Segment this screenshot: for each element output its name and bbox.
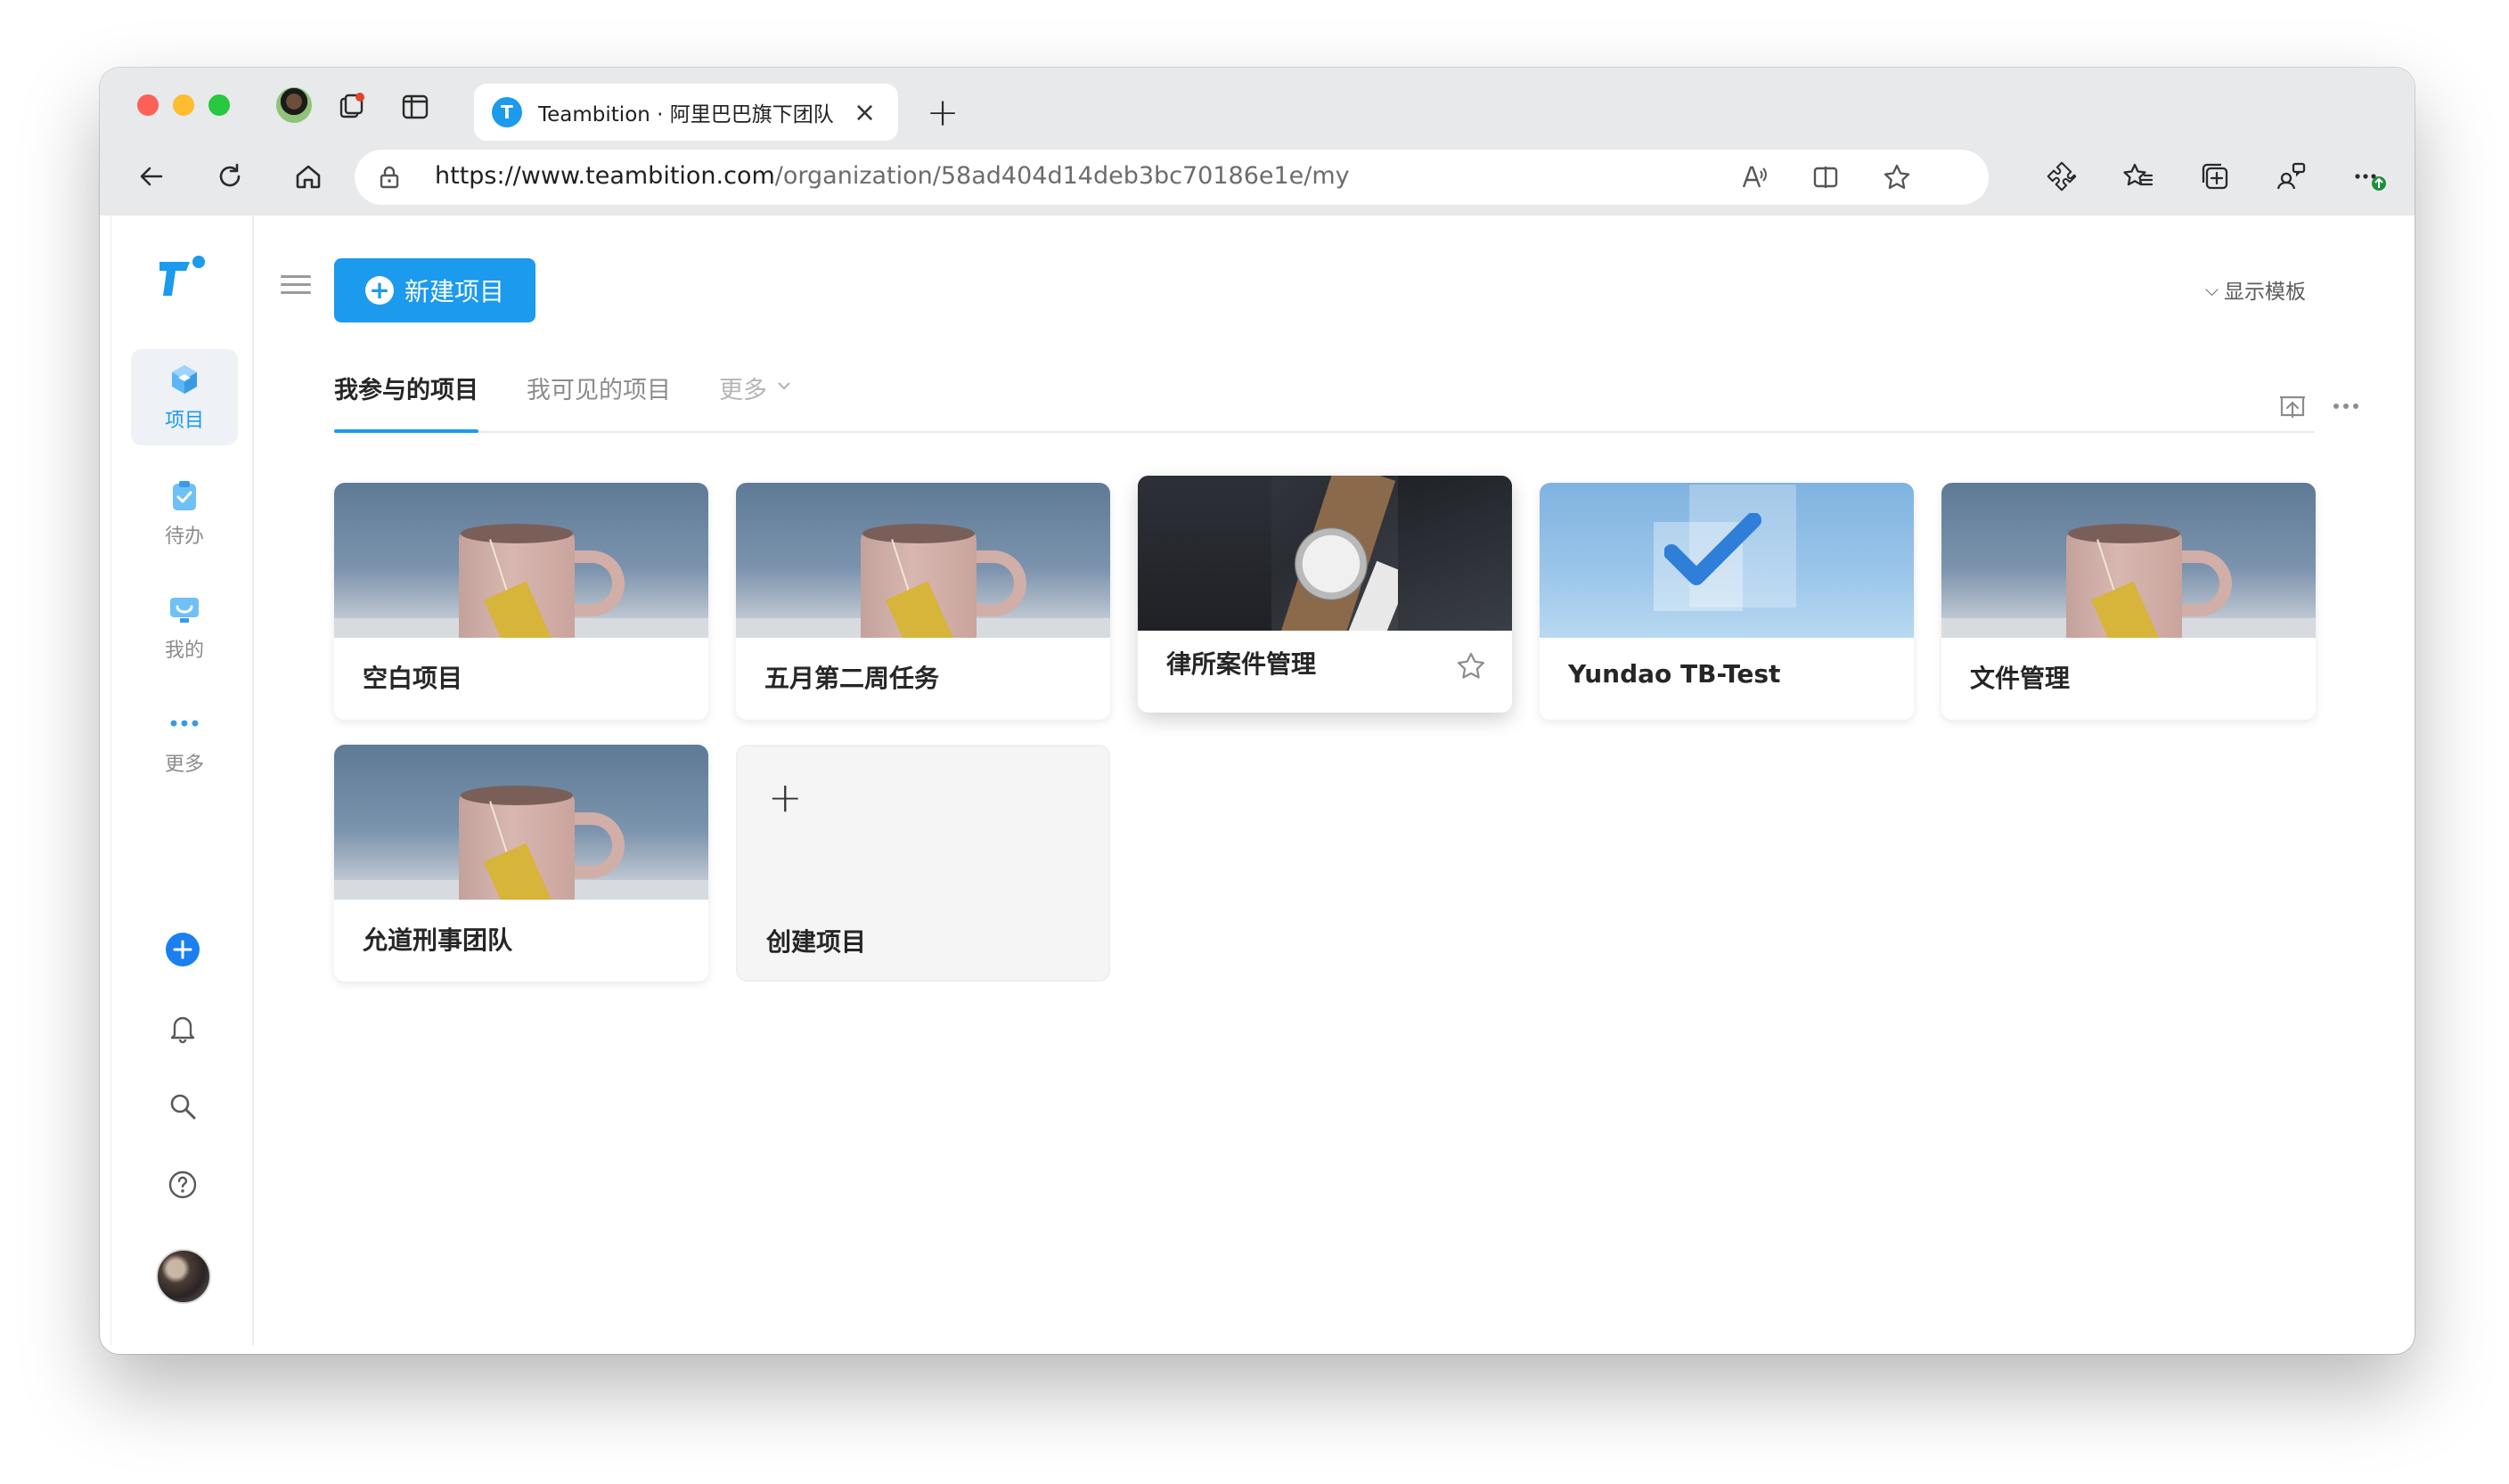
favorites-icon[interactable]: [2117, 155, 2160, 198]
sidebar-item-label: 待办: [164, 526, 204, 548]
sidebar-item-label: 我的: [164, 640, 204, 662]
teambition-logo-icon[interactable]: [156, 251, 209, 305]
star-icon[interactable]: [1455, 650, 1487, 682]
bell-icon[interactable]: [158, 1003, 208, 1053]
split-screen-icon[interactable]: [1809, 160, 1843, 194]
project-card[interactable]: 五月第二周任务: [736, 483, 1110, 720]
browser-profile-avatar[interactable]: [276, 87, 312, 123]
project-title: 五月第二周任务: [764, 664, 940, 693]
lock-icon[interactable]: [374, 162, 405, 192]
tab-label: 我参与的项目: [334, 377, 478, 404]
collections-icon[interactable]: [2194, 155, 2236, 198]
project-title: 文件管理: [1970, 664, 2071, 693]
project-cover-image: [334, 483, 708, 638]
plus-icon: +: [768, 773, 803, 821]
project-cube-icon: [172, 365, 197, 394]
browser-window: T Teambition · 阿里巴巴旗下团队 × + https://www.…: [100, 68, 2415, 1354]
project-title: 允道刑事团队: [363, 925, 513, 955]
create-project-card[interactable]: + 创建项目: [736, 745, 1110, 982]
tab-label: 我可见的项目: [527, 377, 671, 404]
url-text[interactable]: https://www.teambition.com/organization/…: [435, 162, 1350, 190]
project-cover-image: [1138, 476, 1512, 631]
project-card[interactable]: 允道刑事团队: [334, 745, 708, 982]
project-cover-image: [1941, 483, 2316, 638]
read-aloud-icon[interactable]: [1737, 160, 1771, 194]
sidebar-item-projects[interactable]: 项目: [131, 349, 238, 445]
menu-toggle-icon[interactable]: [281, 269, 311, 299]
tab-visible-projects[interactable]: 我可见的项目: [527, 367, 671, 431]
project-cover-image: [334, 745, 708, 900]
project-card[interactable]: Yundao TB-Test: [1540, 483, 1914, 720]
project-tabs: 我参与的项目 我可见的项目 更多: [334, 367, 2358, 433]
url-path: /organization/58ad404d14deb3bc70186e1e/m…: [774, 162, 1350, 190]
tab-participating-projects[interactable]: 我参与的项目: [334, 367, 478, 433]
teambition-app: 项目 待办 我的 更多 + 新建项目 ⌵ 显示模板 我参与的项目 我可见的项目 …: [110, 216, 2404, 1345]
project-card[interactable]: 空白项目: [334, 483, 708, 720]
new-tab-button[interactable]: +: [918, 87, 968, 137]
user-avatar[interactable]: [156, 1249, 211, 1304]
teambition-favicon-icon: T: [492, 97, 522, 127]
chevron-down-icon: [778, 382, 790, 390]
extensions-icon[interactable]: [2040, 155, 2083, 198]
project-card[interactable]: 文件管理: [1941, 483, 2316, 720]
zoom-window-button[interactable]: [208, 94, 230, 116]
new-project-label: 新建项目: [404, 277, 504, 306]
profile-sync-icon[interactable]: [2270, 155, 2313, 198]
vertical-tabs-icon[interactable]: [397, 89, 433, 125]
workspaces-icon[interactable]: [333, 89, 369, 125]
export-icon[interactable]: [2273, 387, 2312, 426]
todo-clipboard-icon: [173, 481, 196, 510]
help-icon[interactable]: [158, 1160, 208, 1210]
my-monitor-icon: [170, 598, 199, 623]
back-icon[interactable]: [130, 155, 173, 198]
project-title: 空白项目: [363, 664, 463, 693]
favorite-star-icon[interactable]: [1880, 160, 1914, 194]
search-icon[interactable]: [158, 1081, 208, 1131]
sidebar: 项目 待办 我的 更多: [111, 216, 254, 1345]
more-icon[interactable]: [2347, 155, 2390, 198]
sidebar-item-label: 项目: [164, 410, 204, 432]
url-host: https://www.teambition.com: [435, 162, 775, 190]
sidebar-item-label: 更多: [164, 754, 204, 776]
sidebar-item-more[interactable]: 更多: [131, 693, 238, 789]
home-icon[interactable]: [287, 155, 330, 198]
address-bar[interactable]: https://www.teambition.com/organization/…: [355, 150, 1989, 205]
more-dots-icon: [170, 720, 199, 727]
main-content: + 新建项目 ⌵ 显示模板 我参与的项目 我可见的项目 更多 空白项目 五月第二…: [254, 216, 2404, 1345]
tab-more[interactable]: 更多: [719, 367, 794, 431]
show-template-label: 显示模板: [2224, 281, 2306, 304]
project-title: 律所案件管理: [1166, 649, 1317, 679]
project-card[interactable]: 律所案件管理: [1138, 476, 1512, 713]
close-window-button[interactable]: [137, 94, 159, 116]
create-project-label: 创建项目: [766, 927, 867, 957]
project-cover-image: [1540, 483, 1914, 638]
plus-icon: +: [364, 276, 394, 305]
refresh-icon[interactable]: [208, 155, 251, 198]
sidebar-item-mine[interactable]: 我的: [131, 579, 238, 675]
tab-title: Teambition · 阿里巴巴旗下团队: [538, 103, 834, 126]
more-options-icon[interactable]: [2326, 387, 2366, 426]
show-template-toggle[interactable]: ⌵ 显示模板: [2205, 274, 2306, 305]
sidebar-item-todo[interactable]: 待办: [131, 465, 238, 561]
new-project-button[interactable]: + 新建项目: [334, 258, 535, 322]
chevron-down-icon: ⌵: [2204, 279, 2219, 300]
minimize-window-button[interactable]: [173, 94, 194, 116]
tab-label: 更多: [719, 377, 767, 404]
project-title: Yundao TB-Test: [1568, 659, 1781, 689]
tab-close-icon[interactable]: ×: [854, 97, 876, 128]
browser-chrome: T Teambition · 阿里巴巴旗下团队 × + https://www.…: [100, 68, 2415, 216]
browser-tab-teambition[interactable]: T Teambition · 阿里巴巴旗下团队 ×: [474, 84, 898, 141]
project-cover-image: [736, 483, 1110, 638]
add-circle-icon[interactable]: [158, 925, 208, 974]
